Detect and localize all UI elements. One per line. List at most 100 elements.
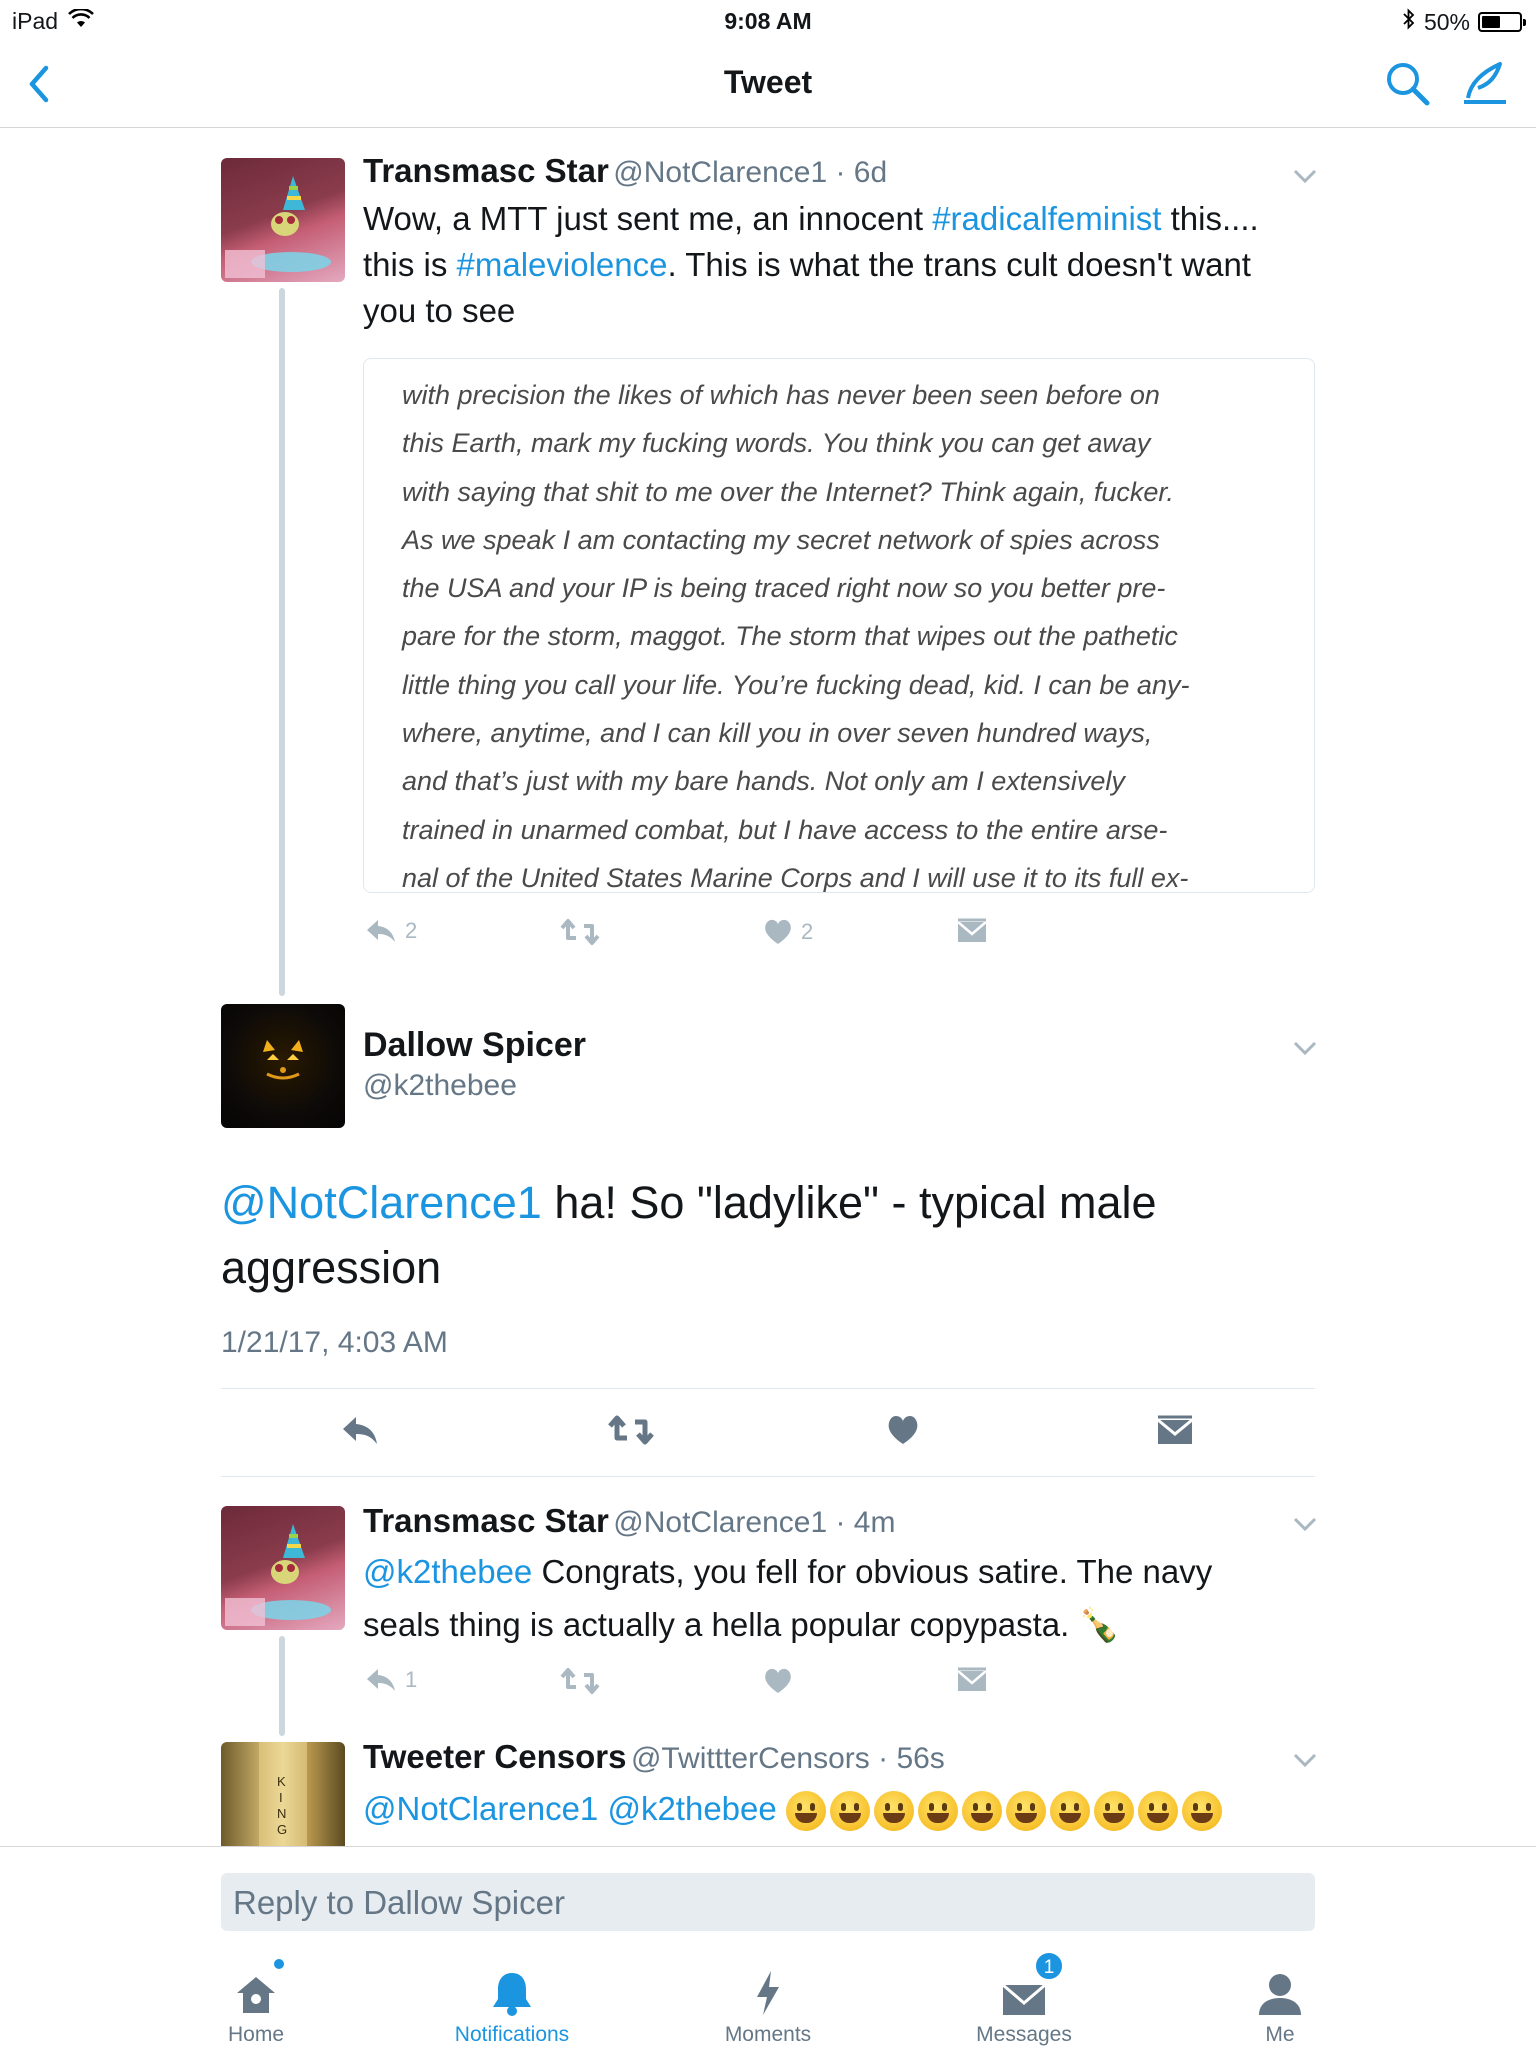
dm-action[interactable] (1156, 1414, 1194, 1446)
user-handle: @NotClarence1 · 6d (613, 156, 888, 189)
svg-text:I: I (279, 1790, 283, 1805)
tab-moments[interactable]: Moments (688, 1965, 848, 2047)
chevron-down-icon[interactable] (1292, 1516, 1318, 1532)
retweet-action[interactable] (608, 1414, 654, 1446)
reply-count: 1 (405, 1667, 418, 1692)
unread-badge: 1 (1034, 1951, 1064, 1981)
divider (221, 1388, 1315, 1389)
tab-label: Home (227, 2023, 285, 2046)
user-name[interactable]: Tweeter Censors (363, 1738, 626, 1775)
grinning-face-emoji (829, 1791, 870, 1832)
tweet-text: @NotClarence1 ha! So "ladylike" - typica… (221, 1170, 1321, 1300)
retweet-action[interactable] (560, 1667, 600, 1695)
envelope-icon (957, 1667, 987, 1691)
tweet-header: Tweeter Censors @TwittterCensors · 56s (363, 1738, 945, 1776)
mention-link[interactable]: @k2thebee (363, 1553, 532, 1590)
envelope-icon (1157, 1415, 1193, 1444)
new-content-dot (272, 1957, 286, 1971)
like-action[interactable] (763, 1667, 793, 1695)
like-action[interactable]: 2 (763, 918, 813, 946)
quote-line: and that’s just with my bare hands. Not … (402, 766, 1125, 797)
dm-action[interactable] (956, 1667, 988, 1693)
tweet-header: Transmasc Star @NotClarence1 · 4m (363, 1502, 895, 1540)
compose-icon[interactable] (1460, 58, 1510, 108)
quote-line: where, anytime, and I can kill you in ov… (402, 718, 1153, 749)
home-icon (237, 1977, 275, 2013)
grinning-face-emoji (1093, 1791, 1134, 1832)
avatar[interactable] (221, 1004, 345, 1128)
grinning-face-emoji (1049, 1791, 1090, 1832)
tab-messages[interactable]: 1 Messages (944, 1951, 1104, 2047)
retweet-icon (560, 1668, 600, 1694)
bottom-bar: Reply to Dallow Spicer Home Notification… (0, 1846, 1536, 2048)
user-handle: @NotClarence1 · 4m (613, 1506, 896, 1539)
grinning-face-emojis (785, 1791, 1222, 1832)
tab-me[interactable]: Me (1200, 1965, 1360, 2047)
retweet-icon (608, 1415, 654, 1445)
mention-link[interactable]: @NotClarence1 @k2thebee (363, 1790, 777, 1827)
lightning-icon (757, 1971, 779, 2015)
reply-action[interactable] (340, 1414, 380, 1446)
avatar[interactable]: K I N G (221, 1742, 345, 1846)
reply-icon (367, 1669, 395, 1691)
svg-text:K: K (277, 1774, 286, 1789)
retweet-action[interactable] (560, 918, 600, 946)
grinning-face-emoji (873, 1791, 914, 1832)
grinning-face-emoji (961, 1791, 1002, 1832)
grinning-face-emoji (1005, 1791, 1046, 1832)
quote-line: nal of the United States Marine Corps an… (402, 862, 1189, 893)
person-icon (1259, 1974, 1301, 2015)
thread-line (279, 288, 285, 996)
clock: 9:08 AM (724, 8, 812, 34)
reply-action[interactable]: 1 (365, 1667, 417, 1693)
search-icon[interactable] (1384, 60, 1432, 108)
heart-icon (888, 1415, 918, 1444)
mention-link[interactable]: @NotClarence1 (221, 1177, 542, 1228)
reply-action[interactable]: 2 (365, 918, 417, 944)
quote-line: this Earth, mark my fucking words. You t… (402, 428, 1151, 459)
quote-line: pare for the storm, maggot. The storm th… (402, 621, 1178, 652)
nav-bar: Tweet (0, 40, 1536, 128)
quote-line: little thing you call your life. You’re … (402, 669, 1190, 700)
quote-line: the USA and your IP is being traced righ… (402, 573, 1166, 604)
bell-icon (493, 1973, 531, 2016)
hashtag-link[interactable]: #maleviolence (457, 246, 668, 283)
tweet-text: Wow, a MTT just sent me, an innocent #ra… (363, 196, 1293, 334)
heart-icon (765, 1668, 791, 1693)
grinning-face-emoji (1181, 1791, 1222, 1832)
battery-icon (1478, 12, 1526, 32)
user-handle: @TwittterCensors · 56s (630, 1742, 945, 1775)
chevron-down-icon[interactable] (1292, 1040, 1318, 1056)
tweet-header: Transmasc Star @NotClarence1 · 6d (363, 152, 887, 190)
reply-input[interactable]: Reply to Dallow Spicer (221, 1873, 1315, 1931)
chevron-down-icon[interactable] (1292, 1752, 1318, 1768)
avatar[interactable] (221, 1506, 345, 1630)
hashtag-link[interactable]: #radicalfeminist (932, 200, 1161, 237)
heart-icon (765, 919, 791, 944)
tab-home[interactable]: Home (176, 1957, 336, 2047)
quoted-image[interactable]: with precision the likes of which has ne… (363, 358, 1315, 893)
avatar[interactable] (221, 158, 345, 282)
dm-action[interactable] (956, 918, 988, 944)
text-segment: Wow, a MTT just sent me, an innocent (363, 200, 933, 237)
user-name[interactable]: Transmasc Star (363, 1502, 609, 1539)
quote-line: with saying that shit to me over the Int… (402, 476, 1174, 507)
like-count: 2 (801, 919, 814, 944)
chevron-down-icon[interactable] (1292, 168, 1318, 184)
tab-label: Me (1265, 2023, 1295, 2046)
svg-text:N: N (277, 1806, 286, 1821)
reply-icon (343, 1417, 377, 1444)
envelope-icon (957, 918, 987, 942)
like-action[interactable] (886, 1414, 920, 1446)
bluetooth-icon (1402, 8, 1416, 36)
reply-count: 2 (405, 918, 418, 943)
reply-icon (367, 920, 395, 942)
tab-notifications[interactable]: Notifications (432, 1965, 592, 2047)
user-handle: @k2thebee (363, 1069, 517, 1102)
user-name[interactable]: Transmasc Star (363, 152, 609, 189)
tweet-text: @k2thebee Congrats, you fell for obvious… (363, 1545, 1293, 1651)
grinning-face-emoji (1137, 1791, 1178, 1832)
quoted-image-text: with precision the likes of which has ne… (402, 371, 1282, 893)
tweet-timestamp: 1/21/17, 4:03 AM (221, 1326, 448, 1359)
user-name[interactable]: Dallow Spicer (363, 1026, 586, 1065)
